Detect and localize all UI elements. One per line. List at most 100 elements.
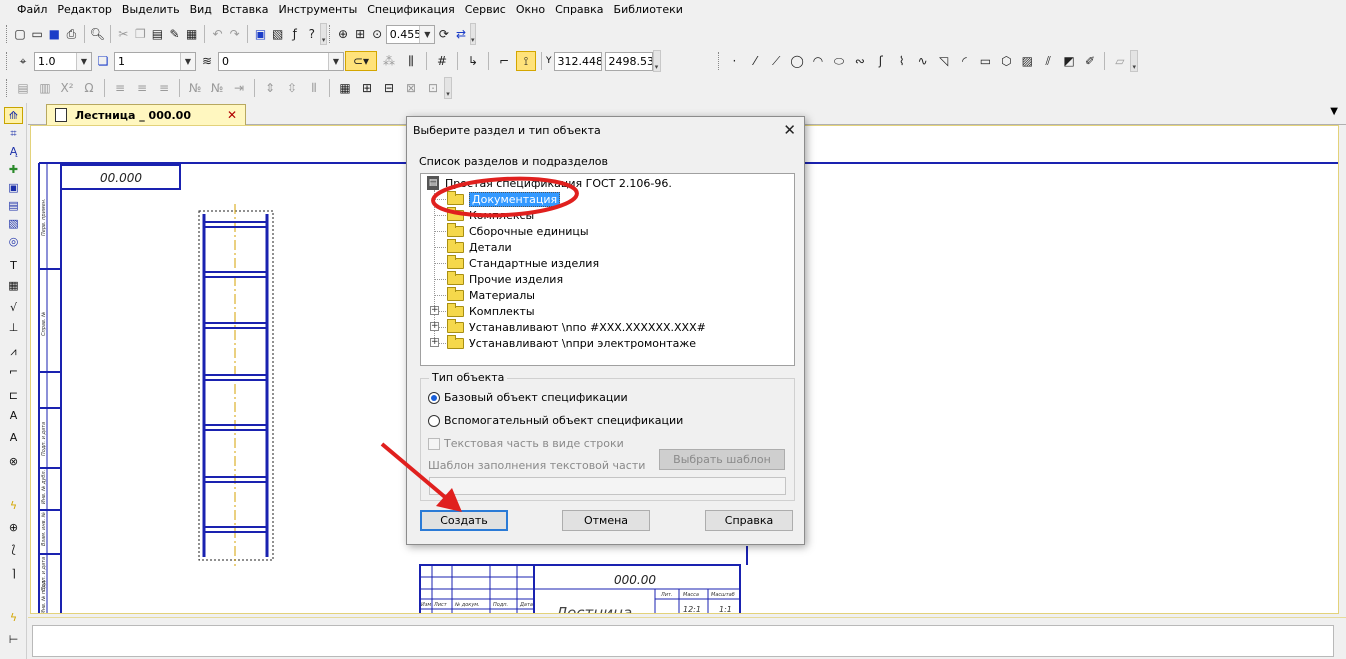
point-icon[interactable]: · (725, 51, 744, 71)
close-tab-icon[interactable]: ✕ (227, 108, 237, 122)
property-field[interactable] (32, 625, 1334, 657)
snap-magnet-icon[interactable]: ⊂▾ (345, 51, 377, 71)
omega-icon[interactable]: Ω (79, 78, 99, 98)
paste-icon[interactable]: ▤ (150, 24, 165, 44)
menu-edit[interactable]: Редактор (52, 0, 117, 20)
layers-icon[interactable]: ❏ (93, 51, 113, 71)
lightning-icon[interactable]: ϟ (4, 497, 23, 514)
align-left-icon[interactable]: ≡ (110, 78, 130, 98)
mirror-icon[interactable]: ◩ (1060, 51, 1079, 71)
toolbar-overflow[interactable]: ▾ (320, 23, 327, 45)
tree-item-other-parts[interactable]: Прочие изделия (447, 270, 563, 287)
menu-insert[interactable]: Вставка (217, 0, 274, 20)
delete-row-icon[interactable]: ⊡ (423, 78, 443, 98)
text-style-icon[interactable]: ▤ (13, 78, 33, 98)
wave-icon[interactable]: ⟅ (4, 541, 23, 558)
local-cs-icon[interactable]: ⌖ (13, 51, 33, 71)
properties-icon[interactable]: ▦ (184, 24, 199, 44)
tree-item-kits[interactable]: Комплекты (447, 302, 535, 319)
circle-icon[interactable]: ◯ (788, 51, 807, 71)
line-spacing-icon[interactable]: ⇕ (260, 78, 280, 98)
radio-empty-icon[interactable] (428, 414, 440, 427)
grid-icon[interactable]: # (432, 51, 452, 71)
zoom-icon[interactable]: ⊙ (370, 24, 385, 44)
equidistant-icon[interactable]: ⫽ (1039, 51, 1058, 71)
redo-icon[interactable]: ↷ (227, 24, 242, 44)
toolbar-grip[interactable] (6, 25, 9, 43)
break-icon[interactable]: ⌉ (4, 565, 23, 582)
section-tree[interactable]: ▤ Простая спецификация ГОСТ 2.106-96. До… (420, 173, 795, 366)
toolbar-overflow[interactable]: ▾ (444, 77, 452, 99)
text-line-checkbox[interactable]: Текстовая часть в виде строки (428, 437, 624, 450)
collect-contour-icon[interactable]: ▱ (1110, 51, 1129, 71)
dimension-icon[interactable]: ⊢ (4, 631, 23, 648)
auxiliary-line-icon[interactable]: ⁄ (746, 51, 765, 71)
merge-cells-icon[interactable]: ⊟ (379, 78, 399, 98)
radio-base-object[interactable]: Базовый объект спецификации (428, 391, 628, 404)
ortho-icon[interactable]: ⁂ (379, 51, 399, 71)
tree-item-standard-parts[interactable]: Стандартные изделия (447, 254, 599, 271)
toolbar-grip[interactable] (328, 25, 332, 43)
bullets-icon[interactable]: № (207, 78, 227, 98)
hatch-icon[interactable]: ▨ (1018, 51, 1037, 71)
redraw-icon[interactable]: ⇄ (453, 24, 468, 44)
chevron-down-icon[interactable]: ▼ (419, 25, 435, 43)
numbering-icon[interactable]: № (185, 78, 205, 98)
function-icon[interactable]: ƒ (287, 24, 302, 44)
text-icon[interactable]: T (4, 257, 23, 274)
menu-window[interactable]: Окно (511, 0, 550, 20)
menu-tools[interactable]: Инструменты (274, 0, 363, 20)
cancel-button[interactable]: Отмена (562, 510, 650, 531)
dialog-close-icon[interactable]: ✕ (783, 121, 796, 139)
menu-file[interactable]: Файл (12, 0, 52, 20)
new-document-icon[interactable]: ▢ (13, 24, 28, 44)
x-coordinate-field[interactable]: 312.448 (553, 51, 602, 71)
menu-specification[interactable]: Спецификация (362, 0, 459, 20)
align-center-icon[interactable]: ≡ (132, 78, 152, 98)
library-icon[interactable]: ▧ (270, 24, 285, 44)
toolbar-grip[interactable] (718, 52, 721, 70)
menu-libraries[interactable]: Библиотеки (609, 0, 688, 20)
arrow-view-icon[interactable]: A (4, 429, 23, 446)
save-icon[interactable]: ■ (47, 24, 62, 44)
segment-icon[interactable]: ⟋ (767, 51, 786, 71)
brush-icon[interactable]: ✐ (1081, 51, 1100, 71)
template-field[interactable] (429, 477, 786, 495)
create-button[interactable]: Создать (420, 510, 508, 531)
toolbar-overflow[interactable]: ▾ (1130, 50, 1139, 72)
copy-icon[interactable]: ❐ (133, 24, 148, 44)
undo-icon[interactable]: ↶ (210, 24, 225, 44)
tree-item-parts[interactable]: Детали (447, 238, 512, 255)
chevron-down-icon[interactable]: ▼ (180, 52, 195, 70)
expand-plus-icon[interactable]: + (430, 322, 439, 331)
measure-icon[interactable]: ▤ (4, 197, 23, 214)
tree-item-assemblies[interactable]: Сборочные единицы (447, 222, 589, 239)
layer-combo[interactable]: 1 ▼ (114, 51, 196, 71)
nurbs-icon[interactable]: ʃ (871, 51, 890, 71)
open-folder-icon[interactable]: ▭ (30, 24, 45, 44)
menu-view[interactable]: Вид (185, 0, 217, 20)
cursor-move-icon[interactable]: ↳ (463, 51, 483, 71)
select-panel-icon[interactable]: ▧ (4, 215, 23, 232)
fill-icon[interactable]: ⫼ (401, 51, 421, 71)
toolbar-grip[interactable] (6, 52, 9, 70)
table-icon[interactable]: ▦ (335, 78, 355, 98)
split-cells-icon[interactable]: ⊠ (401, 78, 421, 98)
polygon-icon[interactable]: ⬡ (997, 51, 1016, 71)
arc-icon[interactable]: ◠ (809, 51, 828, 71)
zoom-in-icon[interactable]: ⊕ (335, 24, 350, 44)
rectangle-icon[interactable]: ▭ (976, 51, 995, 71)
roughness-icon[interactable]: √ (4, 299, 23, 316)
cut-line-icon[interactable]: A (4, 407, 23, 424)
zoom-window-icon[interactable]: ⊞ (353, 24, 368, 44)
tree-item-install-electrical[interactable]: Устанавливают \nпри электромонтаже (447, 334, 696, 351)
dimensions-panel-icon[interactable]: ⌗ (4, 125, 23, 142)
radio-selected-icon[interactable] (428, 391, 440, 404)
edit-panel-icon[interactable]: ✚ (4, 161, 23, 178)
insert-table-icon[interactable]: ⊞ (357, 78, 377, 98)
document-tab[interactable]: Лестница _ 000.00 ✕ (46, 104, 246, 125)
toolbar-grip[interactable] (6, 79, 9, 97)
chamfer-icon[interactable]: ◹ (934, 51, 953, 71)
table-draw-icon[interactable]: ▦ (4, 277, 23, 294)
designations-panel-icon[interactable]: Ą (4, 143, 23, 160)
